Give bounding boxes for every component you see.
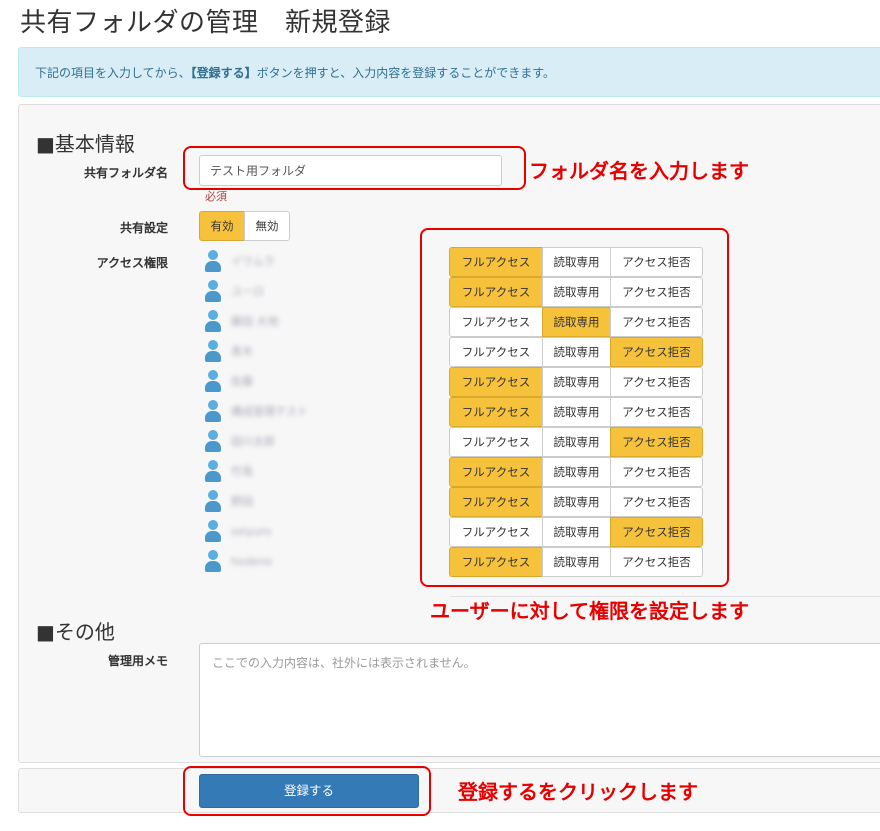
user-row: ユーロ (205, 279, 264, 303)
memo-textarea[interactable]: ここでの入力内容は、社外には表示されません。 (199, 643, 880, 757)
user-name: seiyuro (231, 524, 272, 538)
user-row: 青木 (205, 339, 253, 363)
user-name: ユーロ (231, 285, 264, 298)
user-name: 藤田 大地 (231, 315, 279, 328)
info-suffix: ボタンを押すと、入力内容を登録することができます。 (256, 66, 555, 80)
required-note: 必須 (205, 190, 227, 203)
footer-panel (18, 768, 880, 813)
user-row: seiyuro (205, 519, 271, 543)
user-icon (205, 430, 221, 452)
user-icon (205, 280, 221, 302)
share-setting-toggle[interactable]: 有効 無効 (199, 211, 290, 241)
submit-highlight-box (183, 766, 431, 816)
share-option[interactable]: 有効 (199, 211, 245, 241)
user-name: 構成管理テスト (231, 405, 308, 418)
user-icon (205, 520, 221, 542)
user-row: 田川太郎 (205, 429, 275, 453)
annotation-access: ユーザーに対して権限を設定します (430, 599, 749, 623)
memo-label: 管理用メモ (107, 654, 168, 668)
access-highlight-box (420, 228, 729, 587)
folder-name-label: 共有フォルダ名 (83, 166, 168, 180)
user-row: 構成管理テスト (205, 399, 308, 423)
user-icon (205, 400, 221, 422)
user-row: イワムラ (205, 249, 274, 273)
share-option[interactable]: 無効 (244, 211, 290, 241)
user-name: hodeno (231, 554, 273, 568)
annotation-folder: フォルダ名を入力します (529, 159, 749, 183)
user-name: 野田 (231, 495, 253, 508)
page-title: 共有フォルダの管理 新規登録 (20, 8, 392, 38)
user-name: 田川太郎 (231, 435, 275, 448)
user-name: イワムラ (231, 255, 275, 268)
user-icon (205, 340, 221, 362)
user-name: 青木 (231, 345, 253, 358)
user-name: 佐藤 (231, 375, 253, 388)
info-alert: 下記の項目を入力してから、【登録する】ボタンを押すと、入力内容を登録することがで… (18, 47, 880, 97)
info-emphasis: 【登録する】 (190, 66, 257, 80)
user-row: 竹島 (205, 459, 253, 483)
user-row: 野田 (205, 489, 253, 513)
folder-highlight-box (183, 146, 526, 190)
user-row: 佐藤 (205, 369, 253, 393)
user-icon (205, 370, 221, 392)
user-icon (205, 250, 221, 272)
user-icon (205, 310, 221, 332)
info-prefix: 下記の項目を入力してから、 (35, 66, 191, 80)
user-row: 藤田 大地 (205, 309, 279, 333)
basic-info-heading: ■基本情報 (36, 132, 135, 156)
user-icon (205, 550, 221, 572)
annotation-submit: 登録するをクリックします (458, 780, 698, 804)
other-heading: ■その他 (36, 620, 115, 644)
user-name: 竹島 (231, 465, 253, 478)
info-message: 下記の項目を入力してから、【登録する】ボタンを押すと、入力内容を登録することがで… (35, 64, 555, 81)
share-setting-label: 共有設定 (119, 221, 168, 235)
access-permission-label: アクセス権限 (96, 256, 168, 270)
user-icon (205, 460, 221, 482)
user-icon (205, 490, 221, 512)
user-row: hodeno (205, 549, 272, 573)
memo-placeholder: ここでの入力内容は、社外には表示されません。 (212, 656, 476, 670)
